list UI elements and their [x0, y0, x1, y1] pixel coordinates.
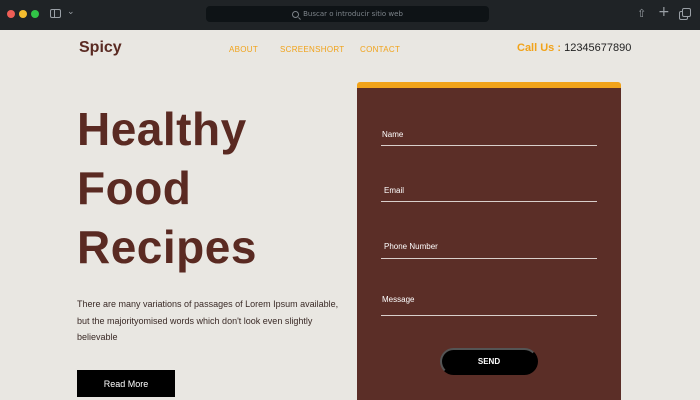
tab-overview-icon[interactable] [679, 8, 691, 20]
phone-number-field[interactable]: Phone Number [381, 236, 597, 259]
call-us: Call Us : 12345677890 [517, 42, 631, 54]
email-field-label: Email [384, 186, 405, 195]
name-field-label: Name [382, 130, 404, 139]
nav-link-screenshort[interactable]: SCREENSHORT [280, 45, 345, 54]
sidebar-toggle-icon[interactable] [50, 9, 61, 18]
call-us-label: Call Us : [517, 42, 562, 54]
search-icon [292, 10, 300, 18]
chevron-down-icon[interactable]: ⌄ [67, 7, 75, 17]
name-field[interactable]: Name [381, 124, 597, 146]
read-more-button[interactable]: Read More [77, 370, 175, 397]
maximize-window-button[interactable] [31, 10, 39, 18]
contact-form: Name Email Phone Number Message SEND [357, 82, 621, 400]
address-placeholder: Buscar o introducir sitio web [303, 10, 403, 18]
send-button[interactable]: SEND [440, 348, 538, 375]
share-icon[interactable]: ⇧ [637, 7, 646, 21]
new-tab-icon[interactable]: + [658, 5, 670, 19]
minimize-window-button[interactable] [19, 10, 27, 18]
browser-toolbar: ⌄ Buscar o introducir sitio web ⇧ + [0, 0, 700, 30]
message-field-label: Message [382, 295, 415, 304]
message-field[interactable]: Message [381, 289, 597, 316]
hero-title-line-1: Healthy [77, 103, 247, 155]
site-logo[interactable]: Spicy [79, 39, 122, 57]
phone-number: 12345677890 [564, 42, 632, 54]
email-field[interactable]: Email [381, 180, 597, 202]
hero-description: There are many variations of passages of… [77, 299, 339, 342]
nav-link-contact[interactable]: CONTACT [360, 45, 400, 54]
phone-number-field-label: Phone Number [384, 242, 438, 251]
hero-title-line-3: Recipes [77, 221, 257, 273]
nav-link-about[interactable]: ABOUT [229, 45, 258, 54]
address-bar[interactable]: Buscar o introducir sitio web [206, 6, 489, 22]
hero-title-line-2: Food [77, 162, 192, 214]
close-window-button[interactable] [7, 10, 15, 18]
